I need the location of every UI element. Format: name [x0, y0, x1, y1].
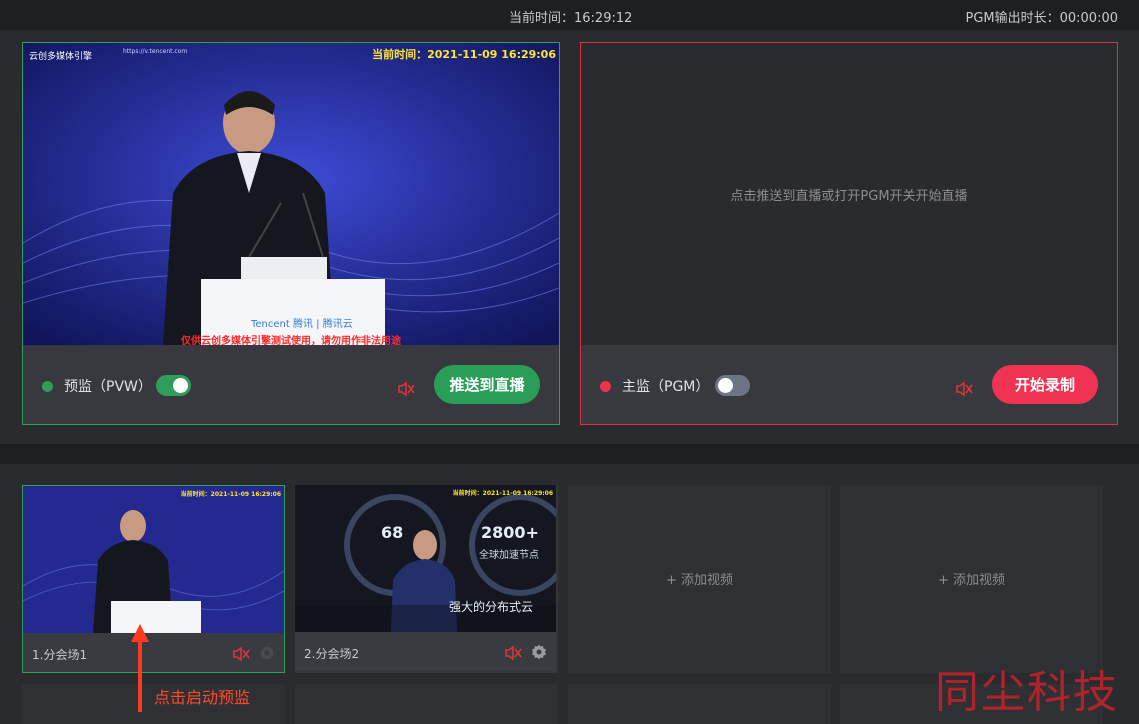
- current-time: 当前时间：16:29:12: [509, 11, 633, 26]
- toggle-knob: [718, 378, 733, 393]
- source-card-1[interactable]: 当前时间：2021-11-09 16:29:06 1.分会场1: [22, 485, 285, 673]
- gear-icon[interactable]: [258, 644, 276, 662]
- program-status-dot: [600, 381, 611, 392]
- mute-icon[interactable]: [232, 645, 250, 663]
- preview-status-dot: [42, 381, 53, 392]
- preview-toggle[interactable]: [156, 375, 191, 396]
- annotation-text: 点击启动预监: [154, 688, 251, 707]
- preview-video[interactable]: 云创多媒体引擎 https://v.tencent.com 当前时间：2021-…: [23, 43, 559, 345]
- preview-video-logo: 云创多媒体引擎: [29, 52, 93, 62]
- mute-icon[interactable]: [504, 644, 522, 662]
- start-recording-button[interactable]: 开始录制: [992, 365, 1098, 404]
- push-to-live-button[interactable]: 推送到直播: [434, 365, 540, 404]
- program-empty-hint: 点击推送到直播或打开PGM开关开始直播: [730, 189, 968, 204]
- program-monitor-panel: 点击推送到直播或打开PGM开关开始直播 主监（PGM） 开始录制: [580, 42, 1118, 425]
- preview-video-frame: [23, 43, 559, 345]
- source-slot-row2-2[interactable]: [295, 684, 558, 724]
- preview-video-warning: 仅供云创多媒体引擎测试使用，请勿用作非法用途: [181, 336, 401, 345]
- preview-label: 预监（PVW）: [64, 379, 152, 395]
- source-thumbnail-1[interactable]: 当前时间：2021-11-09 16:29:06: [23, 486, 284, 633]
- source-2-screen-text-c: 全球加速节点: [479, 550, 539, 561]
- preview-video-url: https://v.tencent.com: [123, 48, 188, 55]
- source-2-screen-text-d: 强大的分布式云: [449, 600, 534, 614]
- preview-monitor-panel: 云创多媒体引擎 https://v.tencent.com 当前时间：2021-…: [22, 42, 560, 425]
- source-thumbnail-2[interactable]: 当前时间：2021-11-09 16:29:06 68 2800+ 全球加速节点…: [295, 485, 556, 632]
- source-slot-row2-3[interactable]: [568, 684, 831, 724]
- add-video-slot-2[interactable]: + 添加视频: [840, 485, 1103, 673]
- source-card-1-bar: 1.分会场1: [23, 633, 284, 672]
- toggle-knob: [173, 378, 188, 393]
- mute-icon[interactable]: [955, 380, 973, 398]
- source-2-screen-text-b: 2800+: [481, 523, 539, 542]
- source-1-title: 1.分会场1: [32, 648, 88, 662]
- top-status-bar: 当前时间：16:29:12 PGM输出时长：00:00:00: [0, 0, 1139, 30]
- preview-video-timestamp: 当前时间：2021-11-09 16:29:06: [372, 48, 556, 61]
- source-2-timestamp: 当前时间：2021-11-09 16:29:06: [452, 490, 553, 497]
- source-1-timestamp: 当前时间：2021-11-09 16:29:06: [180, 491, 281, 498]
- program-toggle[interactable]: [715, 375, 750, 396]
- program-controls: 主监（PGM） 开始录制: [581, 345, 1117, 424]
- source-thumbnail-frame: [23, 486, 284, 633]
- preview-controls: 预监（PVW） 推送到直播: [23, 345, 559, 424]
- program-video-area[interactable]: 点击推送到直播或打开PGM开关开始直播: [581, 43, 1117, 345]
- source-card-2-bar: 2.分会场2: [295, 632, 556, 671]
- mute-icon[interactable]: [397, 380, 415, 398]
- source-2-screen-text-a: 68: [381, 523, 404, 542]
- source-card-2[interactable]: 当前时间：2021-11-09 16:29:06 68 2800+ 全球加速节点…: [295, 485, 558, 673]
- add-video-slot-1[interactable]: + 添加视频: [568, 485, 831, 673]
- gear-icon[interactable]: [530, 643, 548, 661]
- program-label: 主监（PGM）: [622, 379, 710, 395]
- watermark: 同尘科技: [935, 667, 1119, 718]
- add-video-label: + 添加视频: [665, 573, 734, 588]
- add-video-label: + 添加视频: [937, 573, 1006, 588]
- source-2-title: 2.分会场2: [304, 647, 360, 661]
- annotation-arrow-icon: [131, 624, 149, 712]
- pgm-output-duration: PGM输出时长：00:00:00: [965, 11, 1118, 26]
- preview-podium-text: Tencent 腾讯 | 腾讯云: [251, 319, 353, 330]
